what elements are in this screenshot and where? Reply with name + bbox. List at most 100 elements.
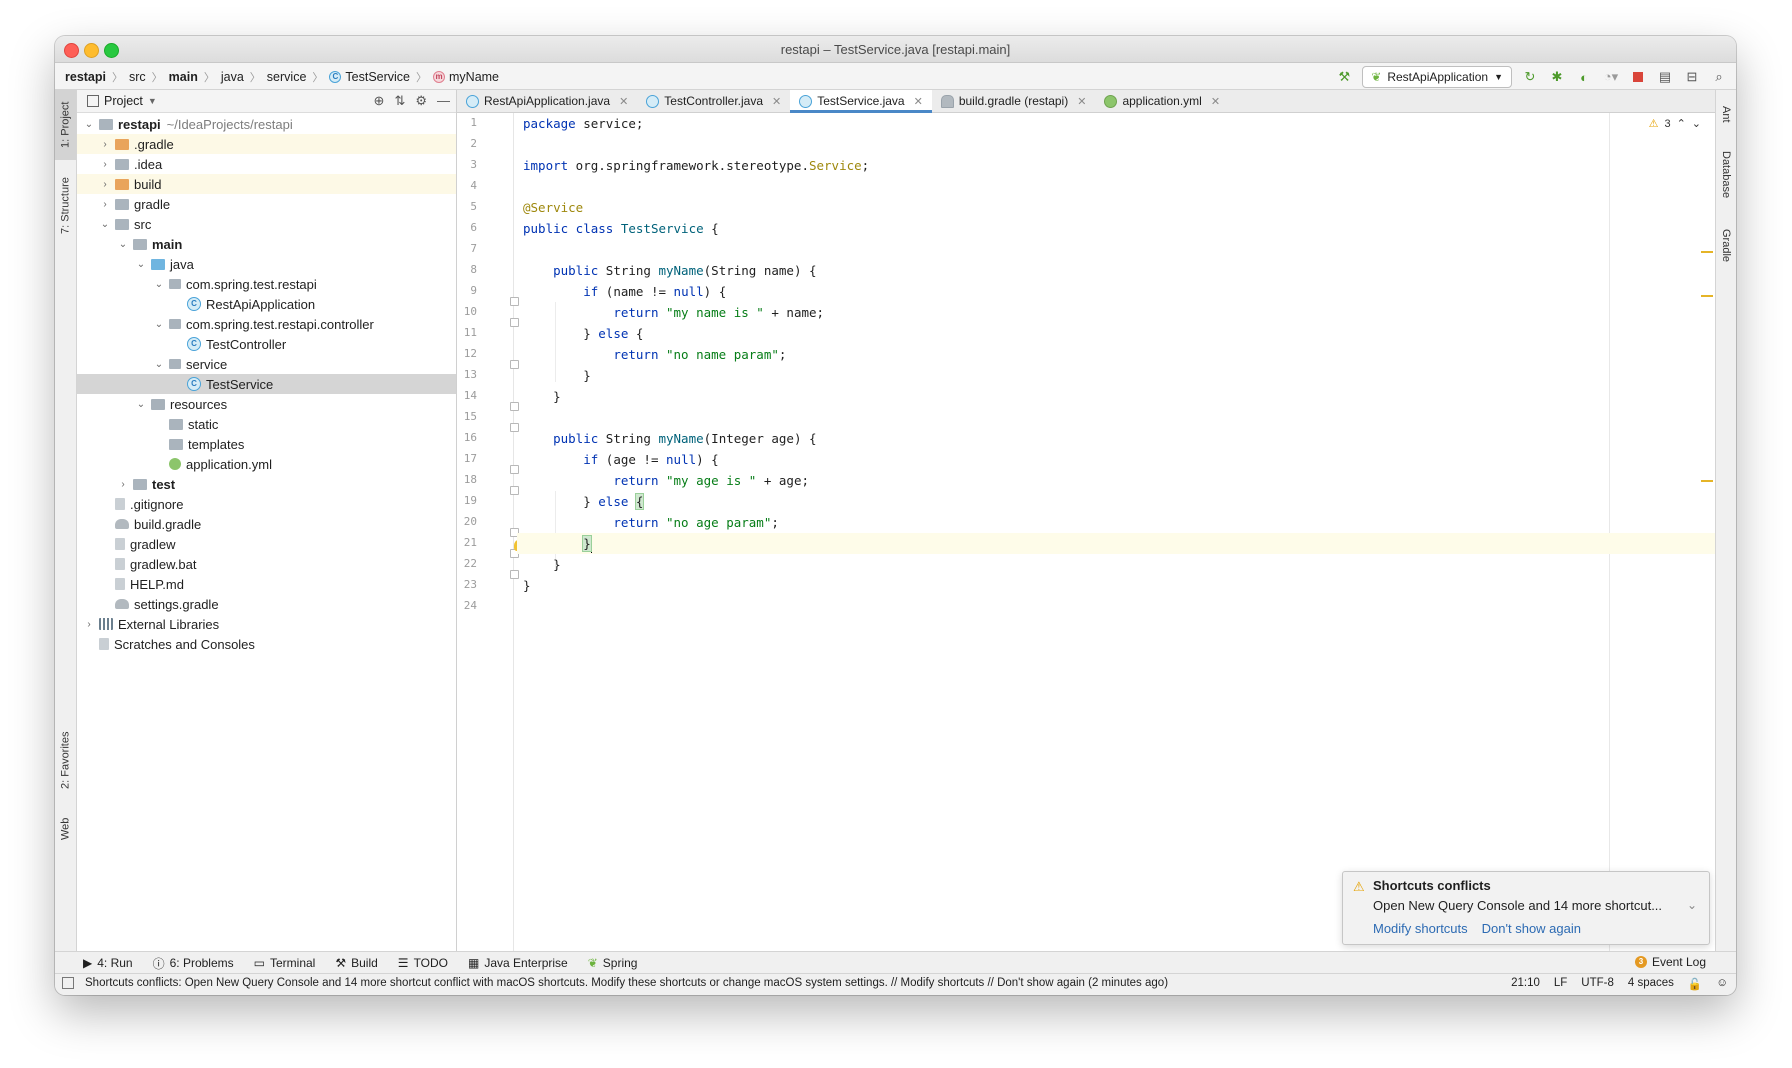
tree-item-selected[interactable]: C TestService bbox=[77, 374, 456, 394]
line-separator[interactable]: LF bbox=[1554, 977, 1567, 991]
code-area[interactable]: package service; import org.springframew… bbox=[517, 113, 1715, 952]
tab-ant[interactable]: Ant bbox=[1716, 94, 1736, 134]
tab-gradle[interactable]: Gradle bbox=[1716, 218, 1736, 274]
tree-item[interactable]: ⌄ java bbox=[77, 254, 456, 274]
tool-spring[interactable]: ❦ Spring bbox=[588, 956, 638, 970]
tree-item[interactable]: › .gradle bbox=[77, 134, 456, 154]
tab-testservice[interactable]: TestService.java ✕ bbox=[790, 90, 932, 113]
tree-item-root[interactable]: ⌄ restapi ~/IdeaProjects/restapi bbox=[77, 114, 456, 134]
status-message[interactable]: Shortcuts conflicts: Open New Query Cons… bbox=[85, 977, 1168, 989]
tool-java-enterprise[interactable]: ▦ Java Enterprise bbox=[468, 956, 568, 970]
breadcrumb-item[interactable]: service bbox=[267, 70, 307, 84]
tree-item[interactable]: .gitignore bbox=[77, 494, 456, 514]
tree-item[interactable]: ⌄ resources bbox=[77, 394, 456, 414]
tree-item[interactable]: › test bbox=[77, 474, 456, 494]
line-number: 3 bbox=[470, 158, 477, 171]
tool-terminal[interactable]: ▭ Terminal bbox=[254, 956, 316, 970]
tree-item[interactable]: C RestApiApplication bbox=[77, 294, 456, 314]
chevron-up-icon[interactable]: ⌃ bbox=[1677, 117, 1686, 130]
tab-web[interactable]: Web bbox=[55, 806, 76, 852]
tree-item[interactable]: application.yml bbox=[77, 454, 456, 474]
coverage-icon[interactable]: ◐ bbox=[1575, 68, 1593, 86]
tree-item[interactable]: build.gradle bbox=[77, 514, 456, 534]
breadcrumb-item[interactable]: restapi bbox=[65, 70, 106, 84]
tree-item[interactable]: ⌄ src bbox=[77, 214, 456, 234]
close-icon[interactable]: ✕ bbox=[772, 95, 781, 108]
collapse-all-icon[interactable]: ⇅ bbox=[394, 93, 405, 109]
tree-item[interactable]: › gradle bbox=[77, 194, 456, 214]
warning-stripe-marker[interactable] bbox=[1701, 480, 1713, 482]
caret-position[interactable]: 21:10 bbox=[1511, 977, 1540, 991]
expand-chevron-icon[interactable]: ⌄ bbox=[1687, 898, 1697, 912]
tab-structure[interactable]: 7: Structure bbox=[55, 166, 76, 246]
tab-favorites[interactable]: 2: Favorites bbox=[55, 720, 76, 800]
source-folder-icon bbox=[151, 258, 165, 270]
tool-build[interactable]: ⚒ Build bbox=[335, 956, 377, 970]
breadcrumb-item[interactable]: java bbox=[221, 70, 244, 84]
event-log-button[interactable]: 3 Event Log bbox=[1634, 955, 1706, 969]
close-icon[interactable]: ✕ bbox=[1211, 95, 1220, 108]
tree-item[interactable]: C TestController bbox=[77, 334, 456, 354]
warning-stripe-marker[interactable] bbox=[1701, 251, 1713, 253]
tree-item[interactable]: ⌄ com.spring.test.restapi.controller bbox=[77, 314, 456, 334]
breadcrumb-item[interactable]: m myName bbox=[433, 70, 499, 84]
close-icon[interactable]: ✕ bbox=[619, 95, 628, 108]
tree-item[interactable]: HELP.md bbox=[77, 574, 456, 594]
tool-run[interactable]: ▶ 4: Run bbox=[83, 956, 133, 970]
tab-project[interactable]: 1: Project bbox=[55, 90, 76, 160]
tree-item[interactable]: static bbox=[77, 414, 456, 434]
hammer-icon[interactable]: ⚒ bbox=[1335, 68, 1353, 86]
gear-icon[interactable]: ⚙ bbox=[415, 93, 427, 109]
tree-item[interactable]: › build bbox=[77, 174, 456, 194]
folder-icon bbox=[133, 238, 147, 250]
breadcrumb-item[interactable]: main bbox=[169, 70, 198, 84]
debug-icon[interactable]: ✱ bbox=[1548, 68, 1566, 86]
tree-item[interactable]: Scratches and Consoles bbox=[77, 634, 456, 654]
chevron-right-icon: 〉 bbox=[249, 72, 261, 84]
profile-icon[interactable]: ◔▾ bbox=[1602, 68, 1620, 86]
breadcrumb-item[interactable]: C TestService bbox=[329, 70, 410, 84]
close-icon[interactable]: ✕ bbox=[914, 95, 923, 108]
code-editor[interactable]: 1 2 3 4 5 6 7 8 9 10 11 12 13 14 15 16 1… bbox=[457, 113, 1715, 952]
tree-item[interactable]: gradlew bbox=[77, 534, 456, 554]
toggle-tool-windows-icon[interactable] bbox=[62, 977, 74, 989]
inspector-icon[interactable]: ☺ bbox=[1716, 977, 1728, 991]
stop-icon[interactable] bbox=[1629, 68, 1647, 86]
breadcrumb-item[interactable]: src bbox=[129, 70, 146, 84]
inspection-widget[interactable]: ⚠ 3 ⌃ ⌄ bbox=[1649, 117, 1701, 131]
tool-todo[interactable]: ☰ TODO bbox=[398, 956, 448, 970]
tree-item[interactable]: gradlew.bat bbox=[77, 554, 456, 574]
tab-testcontroller[interactable]: TestController.java ✕ bbox=[637, 90, 790, 112]
chevron-down-icon[interactable]: ⌄ bbox=[1692, 117, 1701, 130]
code-line: } bbox=[523, 557, 561, 572]
dont-show-again-link[interactable]: Don't show again bbox=[1482, 921, 1581, 936]
indent-setting[interactable]: 4 spaces bbox=[1628, 977, 1674, 991]
tree-item[interactable]: ⌄ service bbox=[77, 354, 456, 374]
layout-icon[interactable]: ⊟ bbox=[1683, 68, 1701, 86]
project-view-select[interactable]: Project ▼ bbox=[87, 94, 157, 108]
tree-item[interactable]: › .idea bbox=[77, 154, 456, 174]
project-structure-icon[interactable]: ▤ bbox=[1656, 68, 1674, 86]
tab-restapiapplication[interactable]: RestApiApplication.java ✕ bbox=[457, 90, 637, 112]
hide-icon[interactable]: — bbox=[437, 93, 450, 109]
tool-problems[interactable]: ⓘ 6: Problems bbox=[153, 955, 234, 972]
gitignore-file-icon bbox=[115, 498, 125, 510]
rerun-icon[interactable]: ↻ bbox=[1521, 68, 1539, 86]
warning-stripe-marker[interactable] bbox=[1701, 295, 1713, 297]
run-configuration-select[interactable]: ❦ RestApiApplication ▼ bbox=[1362, 66, 1512, 88]
lock-icon[interactable]: 🔓 bbox=[1688, 977, 1702, 991]
tree-item[interactable]: ⌄ com.spring.test.restapi bbox=[77, 274, 456, 294]
tab-application-yml[interactable]: application.yml ✕ bbox=[1095, 90, 1229, 112]
tab-build-gradle[interactable]: build.gradle (restapi) ✕ bbox=[932, 90, 1096, 112]
close-icon[interactable]: ✕ bbox=[1077, 95, 1086, 108]
file-encoding[interactable]: UTF-8 bbox=[1581, 977, 1614, 991]
tree-item[interactable]: templates bbox=[77, 434, 456, 454]
tree-item[interactable]: ⌄ main bbox=[77, 234, 456, 254]
search-icon[interactable]: ⌕ bbox=[1710, 68, 1728, 86]
modify-shortcuts-link[interactable]: Modify shortcuts bbox=[1373, 921, 1468, 936]
locate-icon[interactable]: ⊕ bbox=[374, 93, 385, 109]
tree-item[interactable]: settings.gradle bbox=[77, 594, 456, 614]
tab-database[interactable]: Database bbox=[1716, 140, 1736, 210]
tree-item[interactable]: › External Libraries bbox=[77, 614, 456, 634]
line-number: 24 bbox=[463, 599, 477, 612]
